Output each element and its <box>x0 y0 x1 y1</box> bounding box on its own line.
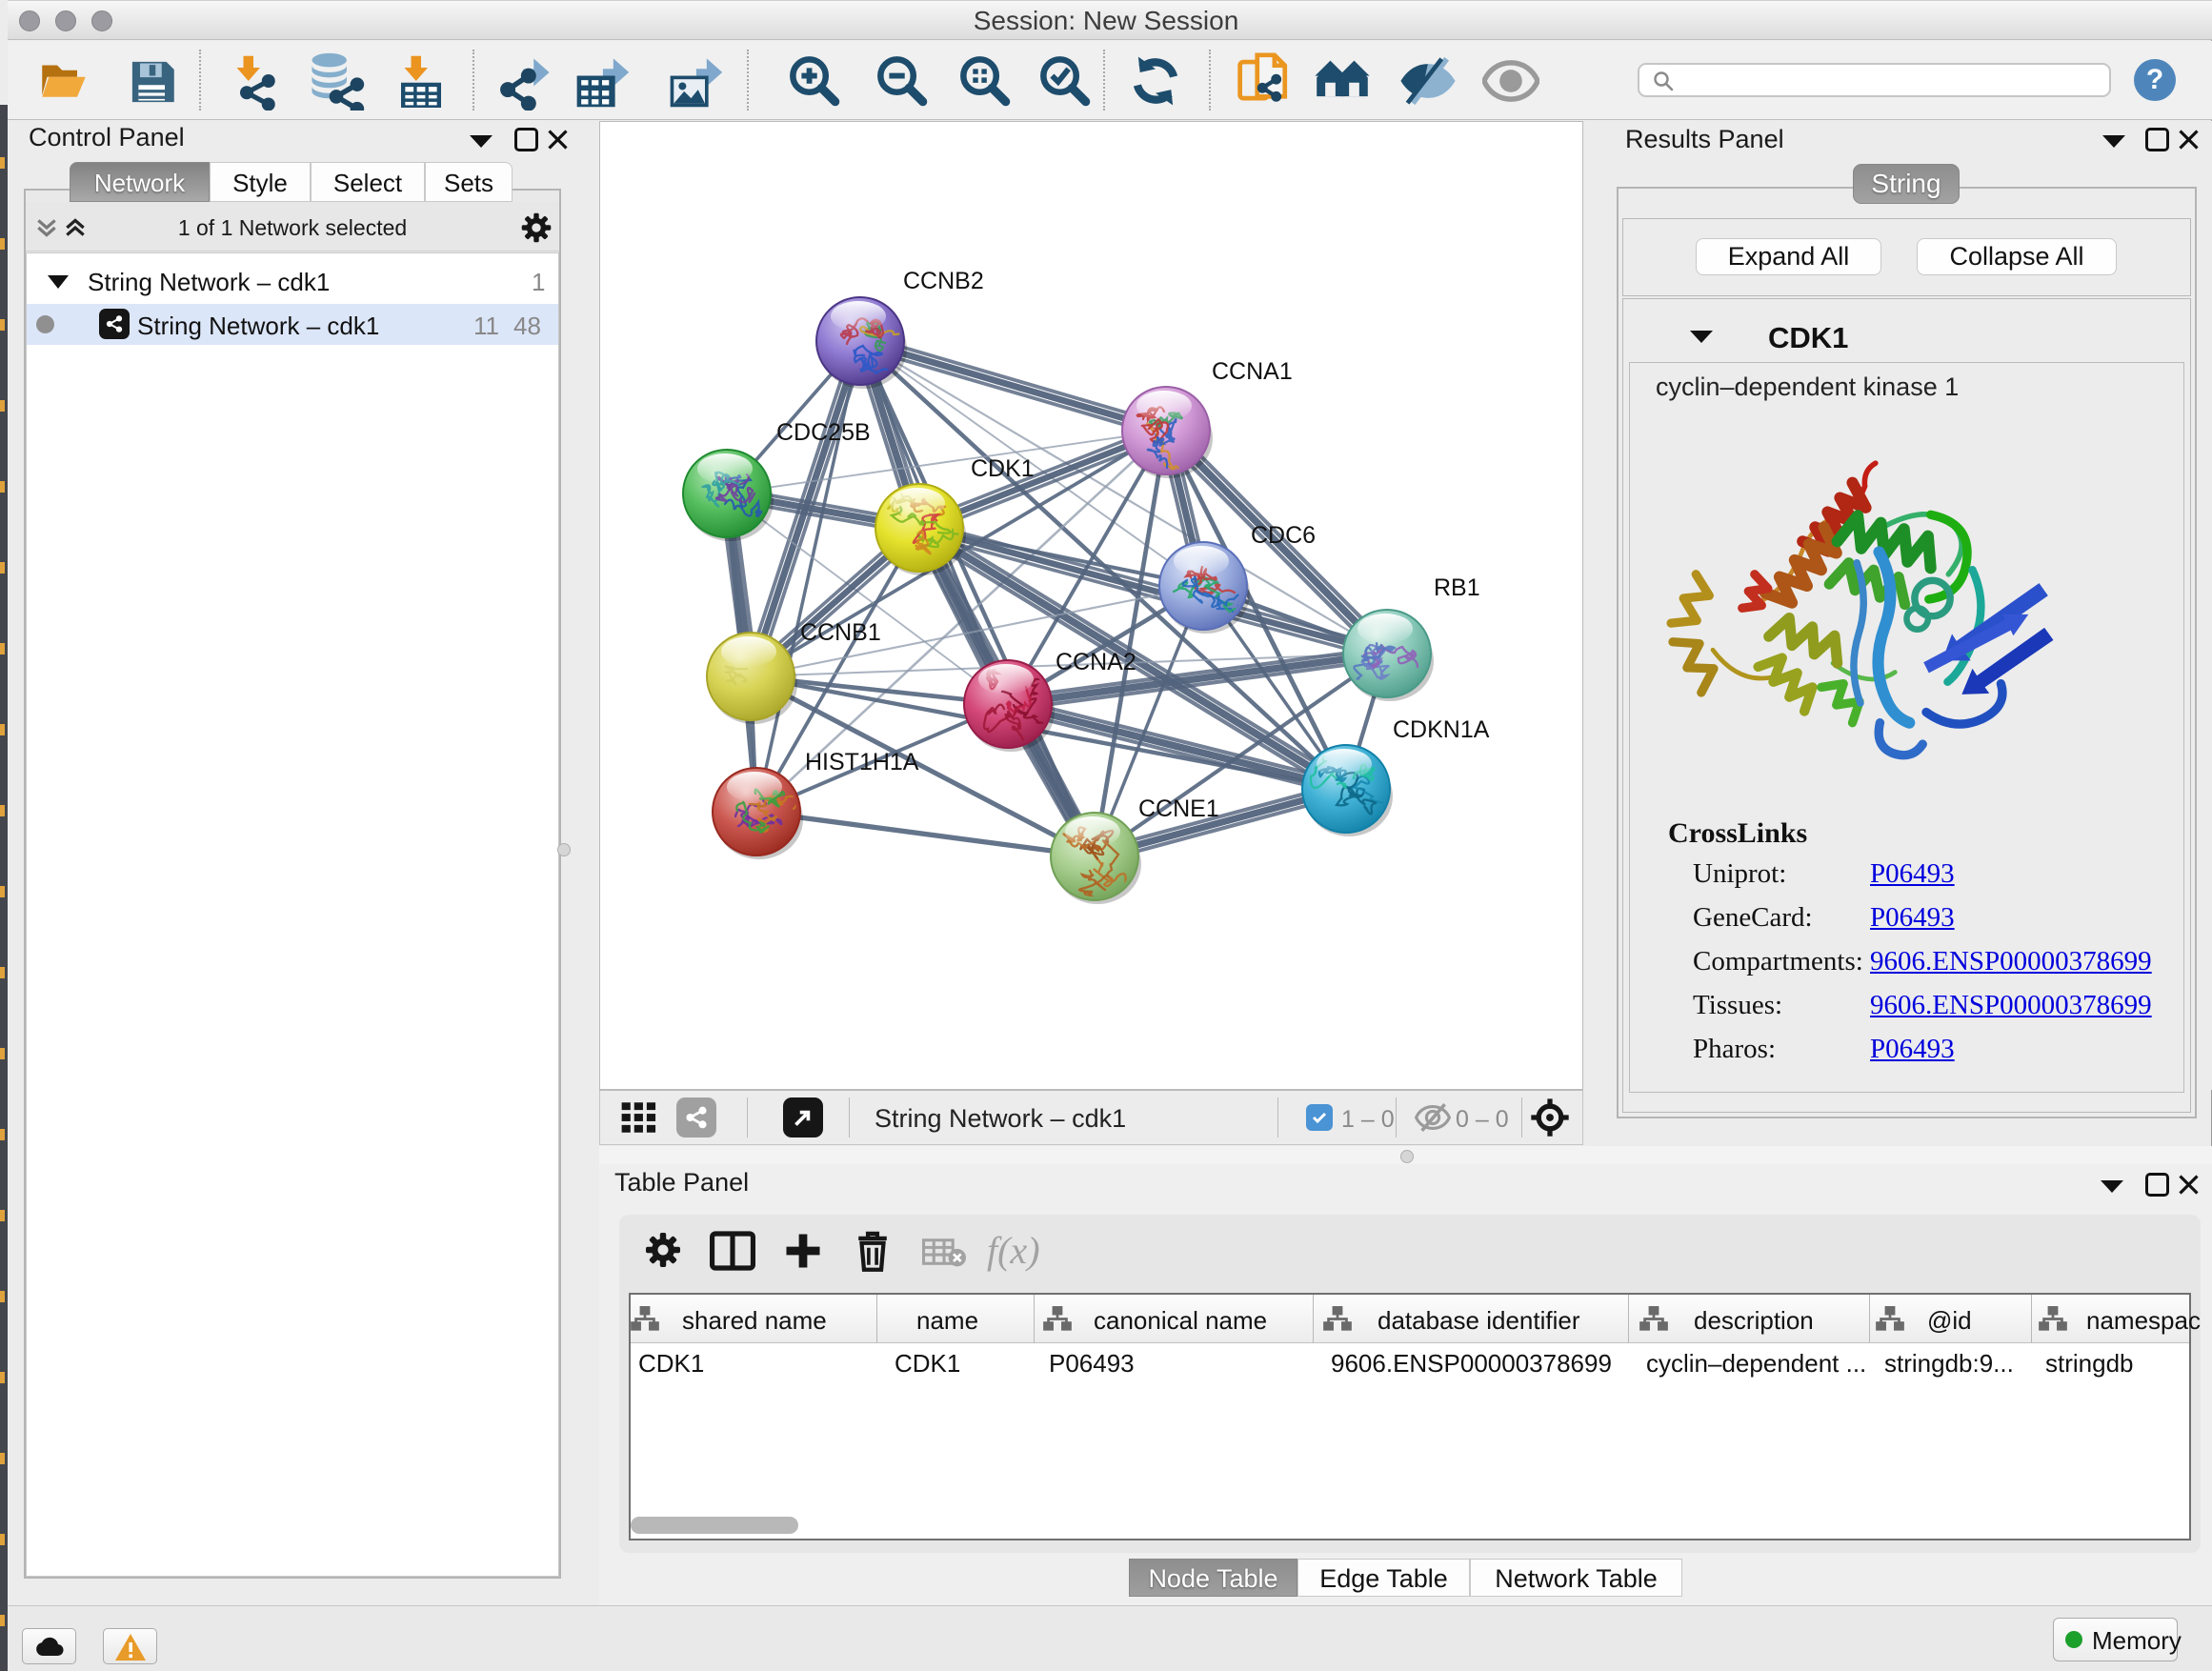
svg-text:CDK1: CDK1 <box>971 455 1035 482</box>
svg-text:CDC25B: CDC25B <box>776 419 871 446</box>
svg-text:CDC6: CDC6 <box>1251 522 1316 549</box>
svg-text:RB1: RB1 <box>1434 574 1480 601</box>
svg-text:CCNB1: CCNB1 <box>800 619 881 646</box>
svg-text:CCNE1: CCNE1 <box>1138 795 1219 822</box>
svg-text:CCNB2: CCNB2 <box>903 268 984 294</box>
svg-text:CDKN1A: CDKN1A <box>1393 716 1490 743</box>
svg-text:CCNA1: CCNA1 <box>1212 358 1293 385</box>
svg-text:CCNA2: CCNA2 <box>1056 649 1136 675</box>
svg-text:HIST1H1A: HIST1H1A <box>805 749 919 775</box>
